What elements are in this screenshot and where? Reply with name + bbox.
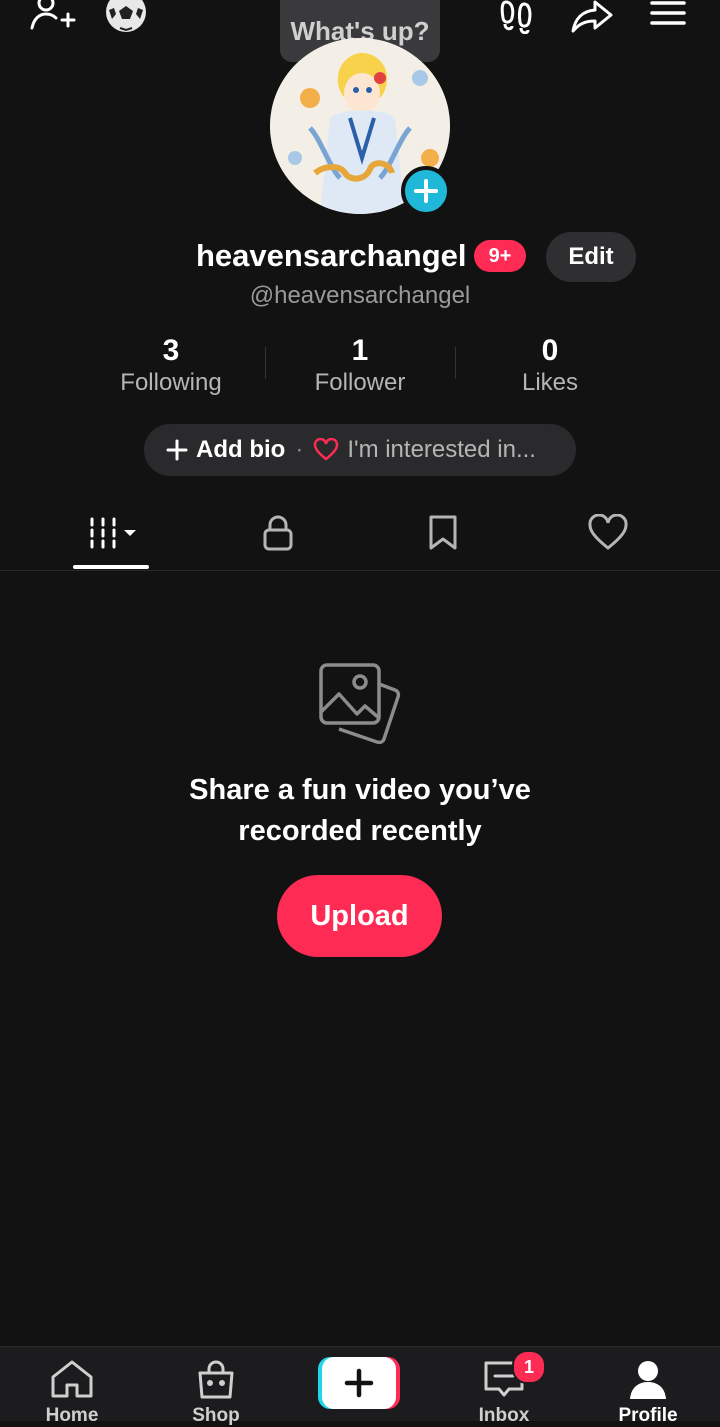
stat-followers[interactable]: 1 Follower bbox=[265, 334, 455, 398]
empty-state-message: Share a fun video you’ve recorded recent… bbox=[0, 770, 720, 852]
add-bio-button[interactable]: Add bio bbox=[196, 436, 285, 464]
footprints-icon[interactable] bbox=[494, 0, 542, 36]
stat-label: Likes bbox=[521, 369, 579, 396]
add-avatar-button[interactable] bbox=[401, 166, 451, 216]
tab-videos[interactable] bbox=[30, 500, 195, 566]
home-icon bbox=[12, 1359, 132, 1399]
tab-private[interactable] bbox=[195, 500, 360, 566]
profile-tabs bbox=[0, 500, 720, 571]
bottom-nav: Home Shop Inbox Profile bbox=[0, 1346, 720, 1426]
profile-icon bbox=[588, 1359, 708, 1401]
soccer-ball-icon[interactable] bbox=[102, 0, 150, 36]
stat-following[interactable]: 3 Following bbox=[76, 334, 266, 398]
bio-pill[interactable]: Add bio · I'm interested in... bbox=[144, 424, 576, 476]
interests-button[interactable]: I'm interested in... bbox=[347, 436, 536, 464]
stat-label: Follower bbox=[314, 369, 406, 396]
edit-profile-button[interactable]: Edit bbox=[546, 232, 636, 282]
stat-value: 3 bbox=[162, 334, 180, 367]
create-button[interactable] bbox=[318, 1357, 400, 1409]
nav-profile[interactable]: Profile bbox=[588, 1347, 708, 1426]
nav-home[interactable]: Home bbox=[12, 1347, 132, 1426]
bio-separator: · bbox=[295, 436, 304, 463]
nav-label: Shop bbox=[192, 1405, 240, 1426]
share-icon[interactable] bbox=[568, 0, 616, 36]
plus-icon bbox=[166, 439, 188, 461]
stat-value: 0 bbox=[541, 334, 559, 367]
lock-icon bbox=[260, 514, 296, 552]
username: heavensarchangel bbox=[196, 238, 467, 273]
bookmark-icon bbox=[426, 514, 460, 552]
tab-saved[interactable] bbox=[360, 500, 525, 566]
add-friend-icon[interactable] bbox=[28, 0, 76, 36]
inbox-icon bbox=[444, 1359, 564, 1399]
notification-badge[interactable]: 9+ bbox=[474, 240, 526, 272]
nav-label: Profile bbox=[618, 1405, 678, 1426]
tab-indicator bbox=[73, 565, 149, 569]
nav-label: Home bbox=[45, 1405, 99, 1426]
upload-button[interactable]: Upload bbox=[277, 875, 442, 957]
empty-state-line-1: Share a fun video you’ve bbox=[189, 774, 531, 806]
inbox-badge: 1 bbox=[512, 1350, 546, 1384]
heart-outline-icon bbox=[313, 438, 339, 462]
tab-liked[interactable] bbox=[525, 500, 690, 566]
videos-grid-icon bbox=[86, 515, 140, 551]
user-handle: @heavensarchangel bbox=[249, 282, 471, 309]
nav-shop[interactable]: Shop bbox=[156, 1347, 276, 1426]
nav-label: Inbox bbox=[478, 1405, 530, 1426]
photos-icon bbox=[318, 662, 402, 748]
nav-inbox[interactable]: Inbox bbox=[444, 1347, 564, 1426]
stat-label: Following bbox=[120, 369, 222, 396]
stat-value: 1 bbox=[351, 334, 369, 367]
heart-icon bbox=[587, 514, 629, 552]
menu-icon[interactable] bbox=[644, 0, 692, 36]
stat-likes[interactable]: 0 Likes bbox=[455, 334, 645, 398]
shop-bag-icon bbox=[156, 1359, 276, 1401]
empty-state-line-2: recorded recently bbox=[238, 815, 482, 847]
